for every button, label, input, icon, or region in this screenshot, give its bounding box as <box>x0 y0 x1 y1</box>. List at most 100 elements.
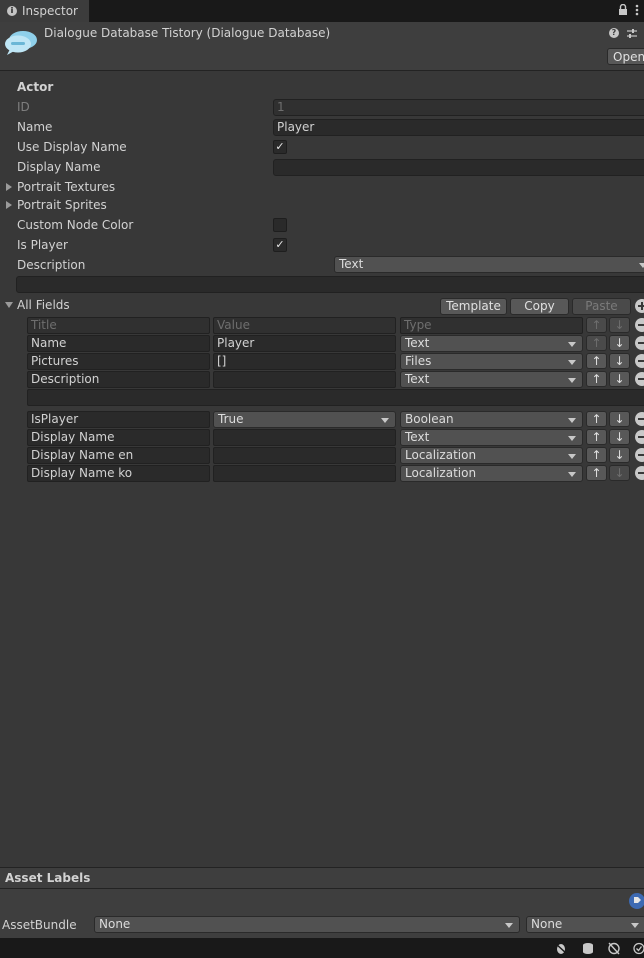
column-header-value: Value <box>213 317 396 334</box>
remove-field-icon[interactable] <box>635 354 644 368</box>
field-type-dropdown[interactable]: Text <box>400 371 583 388</box>
remove-field-icon[interactable] <box>635 430 644 444</box>
actor-section-title: Actor <box>17 80 54 94</box>
field-value[interactable]: Player <box>213 335 396 352</box>
open-button[interactable]: Open <box>607 48 644 65</box>
field-title[interactable]: Display Name en <box>27 447 210 464</box>
field-type-dropdown[interactable]: Localization <box>400 447 583 464</box>
tag-icon[interactable] <box>629 893 644 909</box>
dropdown-value: Text <box>405 336 430 350</box>
field-title[interactable]: Description <box>27 371 210 388</box>
move-up-button[interactable]: ↑ <box>586 335 607 351</box>
description-text-area[interactable] <box>27 389 644 406</box>
field-value[interactable] <box>213 465 396 482</box>
chevron-down-icon <box>568 360 576 365</box>
name-field[interactable]: Player <box>273 119 644 136</box>
move-down-button[interactable]: ↓ <box>609 335 630 351</box>
dropdown-value: Text <box>339 257 364 271</box>
remove-field-icon[interactable] <box>635 318 644 332</box>
chevron-down-icon <box>568 454 576 459</box>
move-down-button[interactable]: ↓ <box>609 447 630 463</box>
chevron-down-icon <box>568 472 576 477</box>
field-title[interactable]: Display Name <box>27 429 210 446</box>
all-fields-foldout[interactable]: All Fields <box>17 298 70 312</box>
dropdown-value: Text <box>405 430 430 444</box>
field-value[interactable]: [] <box>213 353 396 370</box>
dropdown-value: Localization <box>405 466 477 480</box>
custom-node-color-checkbox[interactable] <box>273 218 287 232</box>
expand-triangle-icon[interactable] <box>6 183 12 191</box>
move-down-button[interactable]: ↓ <box>609 317 630 333</box>
description-label: Description <box>17 258 86 272</box>
dropdown-value: Files <box>405 354 432 368</box>
add-field-icon[interactable] <box>635 299 644 313</box>
move-down-button[interactable]: ↓ <box>609 465 630 481</box>
dropdown-value: None <box>99 917 131 931</box>
use-display-name-checkbox[interactable]: ✓ <box>273 140 287 154</box>
asset-labels-inner-divider <box>0 888 644 889</box>
is-player-checkbox[interactable]: ✓ <box>273 238 287 252</box>
chevron-down-icon <box>568 378 576 383</box>
tab-inspector[interactable]: i Inspector <box>0 0 90 22</box>
collapse-triangle-icon[interactable] <box>5 302 13 308</box>
move-up-button[interactable]: ↑ <box>586 371 607 387</box>
remove-field-icon[interactable] <box>635 448 644 462</box>
check-circle-icon[interactable] <box>632 942 644 955</box>
field-type-dropdown[interactable]: Files <box>400 353 583 370</box>
move-down-button[interactable]: ↓ <box>609 371 630 387</box>
database-icon[interactable] <box>581 942 595 955</box>
variant-dropdown[interactable]: None <box>526 916 644 933</box>
chevron-down-icon <box>505 923 513 928</box>
move-down-button[interactable]: ↓ <box>609 411 630 427</box>
lock-icon[interactable] <box>618 3 628 16</box>
display-name-field[interactable] <box>273 159 644 176</box>
remove-field-icon[interactable] <box>635 466 644 480</box>
field-title[interactable]: Name <box>27 335 210 352</box>
field-type-dropdown[interactable]: Text <box>400 429 583 446</box>
info-icon: i <box>7 6 17 16</box>
field-title[interactable]: Display Name ko <box>27 465 210 482</box>
expand-triangle-icon[interactable] <box>6 201 12 209</box>
template-button[interactable]: Template <box>440 298 507 315</box>
portrait-textures-foldout[interactable]: Portrait Textures <box>17 180 115 194</box>
remove-field-icon[interactable] <box>635 372 644 386</box>
description-field[interactable] <box>16 276 644 293</box>
field-title[interactable]: IsPlayer <box>27 411 210 428</box>
move-up-button[interactable]: ↑ <box>586 447 607 463</box>
field-type-dropdown[interactable]: Text <box>400 335 583 352</box>
field-type-dropdown[interactable]: Localization <box>400 465 583 482</box>
debug-bug-icon[interactable] <box>554 942 568 955</box>
tab-label: Inspector <box>22 4 78 18</box>
field-value[interactable] <box>213 447 396 464</box>
field-title[interactable]: Pictures <box>27 353 210 370</box>
portrait-sprites-foldout[interactable]: Portrait Sprites <box>17 198 107 212</box>
kebab-icon[interactable] <box>635 4 639 16</box>
tab-bar <box>0 0 644 22</box>
assetbundle-dropdown[interactable]: None <box>94 916 520 933</box>
move-up-button[interactable]: ↑ <box>586 429 607 445</box>
move-down-button[interactable]: ↓ <box>609 353 630 369</box>
move-up-button[interactable]: ↑ <box>586 465 607 481</box>
remove-field-icon[interactable] <box>635 336 644 350</box>
field-value[interactable] <box>213 371 396 388</box>
remove-field-icon[interactable] <box>635 412 644 426</box>
chevron-down-icon <box>381 418 389 423</box>
move-up-button[interactable]: ↑ <box>586 353 607 369</box>
field-value[interactable] <box>213 429 396 446</box>
copy-button[interactable]: Copy <box>510 298 569 315</box>
field-value-dropdown[interactable]: True <box>213 411 396 428</box>
field-type-dropdown[interactable]: Boolean <box>400 411 583 428</box>
description-type-dropdown[interactable]: Text <box>334 256 644 273</box>
move-down-button[interactable]: ↓ <box>609 429 630 445</box>
paste-button[interactable]: Paste <box>572 298 631 315</box>
gizmo-icon[interactable] <box>607 942 621 955</box>
header-title: Dialogue Database Tistory (Dialogue Data… <box>44 26 331 40</box>
dropdown-value: None <box>531 917 563 931</box>
help-icon[interactable]: ? <box>609 28 619 38</box>
assetbundle-label: AssetBundle <box>2 918 77 932</box>
chevron-down-icon <box>568 436 576 441</box>
move-up-button[interactable]: ↑ <box>586 411 607 427</box>
move-up-button[interactable]: ↑ <box>586 317 607 333</box>
dropdown-value: Text <box>405 372 430 386</box>
settings-icon[interactable] <box>626 28 638 39</box>
